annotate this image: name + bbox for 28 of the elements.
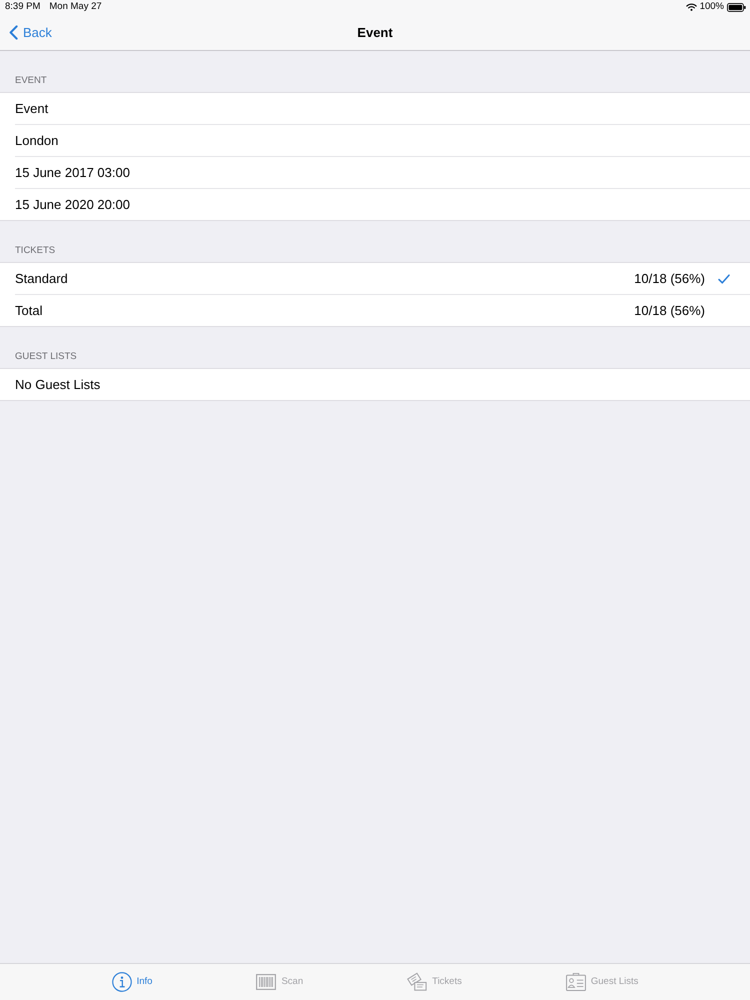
row-label: Total <box>15 303 44 318</box>
section-header: EVENT <box>15 75 47 87</box>
barcode-icon <box>256 972 276 992</box>
section-header: GUEST LISTS <box>15 351 77 363</box>
tab[interactable]: Tickets <box>407 972 462 992</box>
status-time: 8:39 PM <box>5 1 40 13</box>
battery-percentage: 100% <box>700 1 724 13</box>
tab[interactable]: Guest Lists <box>566 972 638 992</box>
row-label: London <box>15 133 60 148</box>
row-label: 15 June 2017 03:00 <box>15 165 131 180</box>
back-button[interactable]: Back <box>9 24 52 40</box>
ticket-count: 10/18 (56%) <box>634 271 705 286</box>
tab[interactable]: Info <box>112 972 152 992</box>
tab[interactable]: Scan <box>256 972 304 992</box>
row-label: Standard <box>15 271 69 286</box>
ticket-count: 10/18 (56%) <box>634 303 705 318</box>
tickets-icon <box>407 972 428 992</box>
row-label: 15 June 2020 20:00 <box>15 197 131 212</box>
chevron-left-icon <box>9 24 18 40</box>
status-date: Mon May 27 <box>49 1 102 13</box>
contact-card-icon <box>566 972 586 992</box>
info-icon <box>112 972 132 992</box>
row-label: Event <box>15 101 50 116</box>
section-header: TICKETS <box>15 245 56 257</box>
wifi-icon <box>686 3 697 11</box>
battery-icon <box>727 2 746 12</box>
navigation-title: Event <box>357 24 393 40</box>
row-label: No Guest Lists <box>15 377 102 392</box>
